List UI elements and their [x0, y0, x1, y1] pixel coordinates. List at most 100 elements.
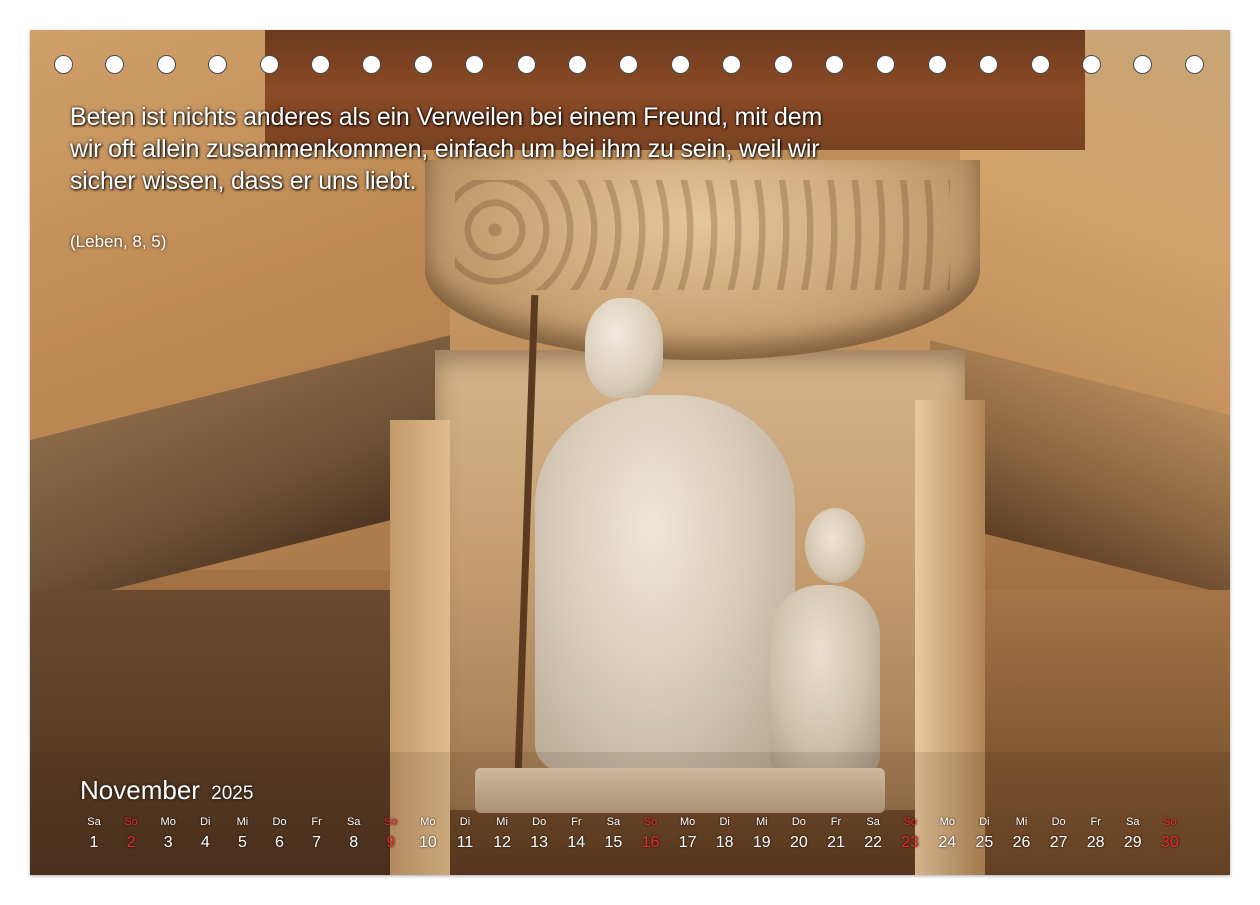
weekday-label: Mo — [939, 816, 955, 828]
day-cell: So 9 — [373, 815, 409, 853]
weekday-label: Mo — [420, 816, 436, 828]
day-cell: Mo 24 — [929, 815, 965, 853]
day-number: 21 — [827, 834, 845, 851]
binding-hole — [722, 55, 742, 74]
binding-hole — [927, 55, 947, 74]
day-cell: So 23 — [892, 815, 928, 853]
weekday-label: So — [643, 816, 658, 828]
binding-hole — [311, 55, 330, 74]
weekday-label: Di — [719, 816, 730, 828]
day-number: 12 — [493, 834, 511, 851]
binding-hole — [619, 55, 639, 74]
day-cell: Mi 5 — [224, 815, 260, 853]
day-cell: Mo 10 — [410, 815, 446, 853]
weekday-label: Sa — [1126, 816, 1140, 828]
day-number: 29 — [1123, 834, 1142, 851]
day-number: 9 — [386, 834, 396, 851]
day-number: 16 — [641, 834, 660, 851]
day-cell: Do 20 — [781, 815, 817, 853]
weekday-label: Sa — [606, 816, 621, 828]
weekday-label: Mo — [679, 816, 696, 828]
day-number: 1 — [89, 834, 99, 851]
binding-hole — [105, 55, 125, 74]
day-cell: Sa 15 — [595, 815, 631, 853]
day-number: 25 — [975, 834, 994, 851]
day-cell: Sa 8 — [336, 815, 372, 853]
saint-statue-body — [535, 395, 795, 775]
day-cell: So 2 — [113, 815, 149, 853]
day-cell: Fr 21 — [818, 815, 854, 853]
binding-hole — [773, 55, 793, 74]
day-cell: Fr 14 — [558, 815, 594, 853]
day-number: 15 — [604, 834, 623, 851]
day-number: 18 — [715, 834, 734, 851]
day-number: 19 — [752, 834, 771, 851]
child-statue-body — [770, 585, 880, 775]
day-number: 14 — [567, 834, 586, 851]
day-cell: Di 4 — [187, 815, 223, 853]
day-number: 13 — [530, 834, 549, 851]
binding-hole — [156, 55, 176, 74]
day-number: 26 — [1012, 834, 1031, 851]
binding-hole — [568, 55, 587, 74]
day-cell: Di 25 — [966, 815, 1002, 853]
month-name: November — [80, 775, 200, 805]
day-cell: Do 6 — [262, 815, 298, 853]
quote-line-3: sicher wissen, dass er uns liebt. — [70, 167, 417, 195]
weekday-label: Mo — [160, 816, 176, 828]
day-number: 5 — [237, 834, 247, 851]
weekday-label: Do — [1051, 816, 1066, 828]
weekday-label: Fr — [571, 816, 582, 828]
weekday-label: So — [903, 816, 917, 828]
day-cell: Sa 1 — [76, 815, 112, 853]
binding-hole — [259, 55, 279, 74]
saint-statue-head — [585, 298, 663, 398]
day-cell: Mi 12 — [484, 815, 520, 853]
day-number: 28 — [1086, 834, 1105, 851]
day-number: 11 — [456, 834, 474, 851]
day-number: 20 — [789, 834, 808, 851]
quote-text: Beten ist nichts anderes als ein Verweil… — [70, 101, 910, 197]
day-cell: Fr 28 — [1078, 815, 1114, 853]
day-cell: Mo 17 — [670, 815, 706, 853]
weekday-label: Mi — [496, 816, 508, 828]
day-number: 30 — [1160, 834, 1179, 851]
day-number: 6 — [275, 834, 284, 851]
day-number: 23 — [901, 834, 920, 851]
weekday-label: Do — [791, 816, 806, 828]
weekday-label: Di — [459, 816, 471, 828]
weekday-label: Mi — [755, 816, 768, 828]
day-number: 10 — [418, 834, 437, 851]
binding-hole — [1030, 55, 1050, 74]
day-number: 22 — [864, 834, 882, 851]
day-number: 24 — [938, 834, 957, 851]
weekday-label: So — [1163, 816, 1177, 828]
quote-line-1: Beten ist nichts anderes als ein Verweil… — [70, 103, 823, 131]
day-cell: Sa 22 — [855, 815, 891, 853]
weekday-label: Mi — [236, 816, 249, 828]
binding-hole — [516, 55, 536, 74]
weekday-label: Fr — [830, 816, 842, 828]
spiral-binding — [0, 52, 1260, 80]
quote-line-2: wir oft allein zusammenkommen, einfach u… — [70, 135, 820, 163]
binding-hole — [825, 55, 844, 74]
quote-source: (Leben, 8, 5) — [70, 232, 167, 251]
weekday-label: Do — [272, 816, 287, 828]
month-title: November 2025 — [80, 775, 253, 806]
day-cell: Do 13 — [521, 815, 557, 853]
weekday-label: Fr — [311, 816, 322, 828]
binding-hole — [1184, 55, 1204, 74]
day-cell: Di 11 — [447, 815, 483, 853]
day-number: 7 — [312, 834, 322, 851]
binding-hole — [465, 55, 485, 74]
day-cell: Do 27 — [1041, 815, 1077, 853]
day-number: 27 — [1049, 834, 1068, 851]
day-cell: Mi 19 — [744, 815, 780, 853]
day-cell: So 30 — [1152, 815, 1188, 853]
child-statue-head — [805, 508, 865, 583]
weekday-label: So — [384, 816, 398, 828]
binding-hole — [1133, 55, 1153, 74]
weekday-label: Mi — [1015, 816, 1028, 828]
binding-hole — [413, 55, 433, 74]
weekday-label: So — [124, 816, 138, 828]
